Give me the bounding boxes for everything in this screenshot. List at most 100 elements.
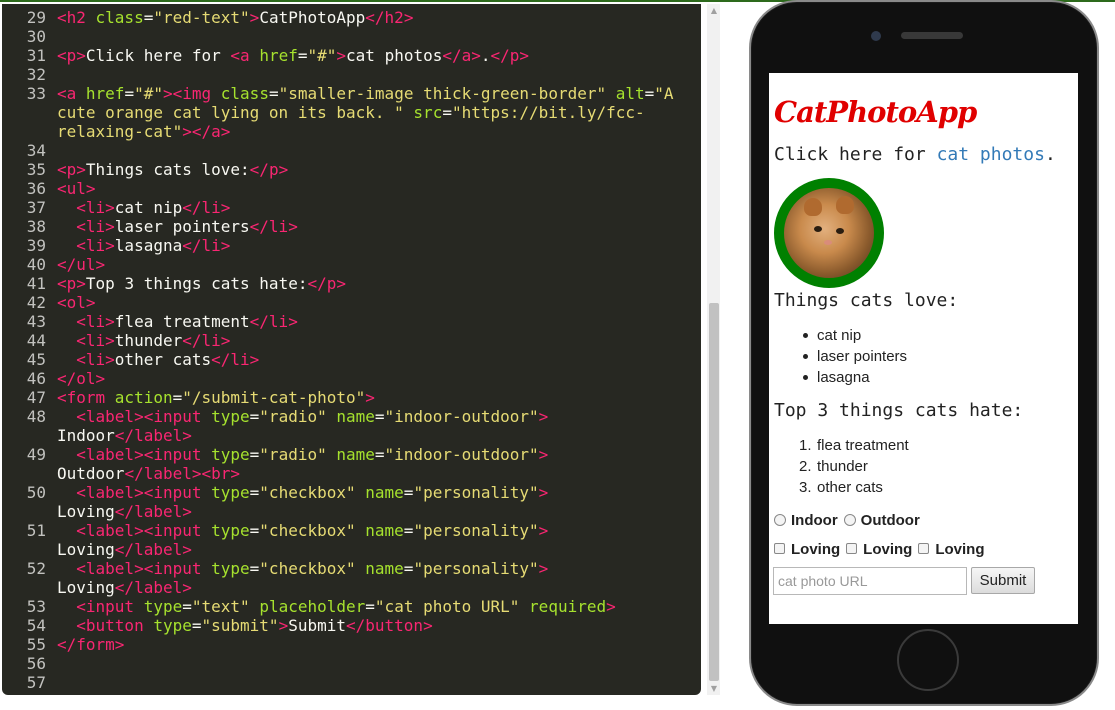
cat-ear-left bbox=[804, 198, 822, 216]
code-line[interactable]: 50 <label><input type="checkbox" name="p… bbox=[2, 483, 701, 502]
code-line[interactable]: 57 bbox=[2, 673, 701, 692]
code-token: "checkbox" bbox=[259, 521, 366, 540]
cat-photo-image[interactable] bbox=[774, 178, 884, 288]
loving-checkbox-2[interactable] bbox=[846, 543, 858, 554]
code-token: <label><input bbox=[76, 521, 212, 540]
code-line[interactable]: 38 <li>laser pointers</li> bbox=[2, 217, 701, 236]
cat-ear-right bbox=[836, 196, 854, 214]
cat-photos-link[interactable]: cat photos bbox=[937, 144, 1045, 165]
code-line[interactable]: 41 <p>Top 3 things cats hate:</p> bbox=[2, 274, 701, 293]
code-line[interactable]: 33 <a href="#"><img class="smaller-image … bbox=[2, 84, 701, 103]
code-line[interactable]: 43 <li>flea treatment</li> bbox=[2, 312, 701, 331]
code-line[interactable]: 29 <h2 class="red-text">CatPhotoApp</h2> bbox=[2, 8, 701, 27]
code-token: "checkbox" bbox=[259, 483, 366, 502]
code-line[interactable]: Loving</label> bbox=[2, 578, 701, 597]
code-line[interactable]: 48 <label><input type="radio" name="indo… bbox=[2, 407, 701, 426]
code-line[interactable]: Indoor</label> bbox=[2, 426, 701, 445]
list-item: lasagna bbox=[803, 367, 870, 388]
code-token: </label> bbox=[114, 578, 192, 597]
code-token: class bbox=[220, 84, 269, 103]
code-line[interactable]: Loving</label> bbox=[2, 502, 701, 521]
code-line[interactable]: 36 <ul> bbox=[2, 179, 701, 198]
code-line[interactable]: relaxing-cat"></a> bbox=[2, 122, 701, 141]
loving-label-1[interactable]: Loving bbox=[791, 541, 840, 558]
code-token: class bbox=[95, 8, 144, 27]
loving-label-2[interactable]: Loving bbox=[863, 541, 912, 558]
scroll-up-arrow-icon[interactable]: ▲ bbox=[709, 6, 719, 16]
code-line[interactable]: 42 <ol> bbox=[2, 293, 701, 312]
code-token: type bbox=[143, 597, 183, 616]
code-line[interactable]: 51 <label><input type="checkbox" name="p… bbox=[2, 521, 701, 540]
cat-photo-url-input[interactable] bbox=[773, 567, 967, 595]
cat-eye-right bbox=[836, 228, 844, 234]
intro-paragraph: Click here for cat photos. bbox=[774, 144, 1056, 165]
line-number: 38 bbox=[26, 217, 46, 236]
code-token: Loving bbox=[57, 578, 115, 597]
code-line[interactable]: 40 </ul> bbox=[2, 255, 701, 274]
loving-checkbox-3[interactable] bbox=[918, 543, 930, 554]
indoor-label[interactable]: Indoor bbox=[791, 512, 838, 529]
code-token: = bbox=[374, 445, 385, 464]
scroll-down-arrow-icon[interactable]: ▼ bbox=[709, 684, 719, 694]
outdoor-radio[interactable] bbox=[843, 514, 856, 526]
code-token: </label> bbox=[114, 426, 192, 445]
code-line[interactable]: 45 <li>other cats</li> bbox=[2, 350, 701, 369]
code-token: <li> bbox=[76, 236, 115, 255]
code-token: "cat photo URL" bbox=[374, 597, 530, 616]
code-token: type bbox=[153, 616, 192, 635]
line-number: 53 bbox=[26, 597, 46, 616]
code-text: <form action="/submit-cat-photo"> bbox=[57, 388, 375, 407]
code-token: <p> bbox=[57, 160, 86, 179]
code-token: "#" bbox=[307, 46, 337, 65]
loving-label-3[interactable]: Loving bbox=[935, 541, 984, 558]
code-line[interactable]: 37 <li>cat nip</li> bbox=[2, 198, 701, 217]
code-token: href bbox=[259, 46, 298, 65]
code-token: <label><input bbox=[76, 483, 212, 502]
code-token: = bbox=[644, 84, 655, 103]
line-number: 45 bbox=[26, 350, 46, 369]
code-token: <li> bbox=[76, 312, 115, 331]
code-line[interactable]: 47 <form action="/submit-cat-photo"> bbox=[2, 388, 701, 407]
code-line[interactable]: 55 </form> bbox=[2, 635, 701, 654]
code-token: </a> bbox=[442, 46, 481, 65]
line-number: 33 bbox=[26, 84, 46, 103]
editor-scrollbar-thumb[interactable] bbox=[709, 303, 719, 681]
code-text: <a href="#"><img class="smaller-image th… bbox=[57, 84, 674, 103]
code-line[interactable]: Loving</label> bbox=[2, 540, 701, 559]
code-line[interactable]: 35 <p>Things cats love:</p> bbox=[2, 160, 701, 179]
code-line[interactable]: 54 <button type="submit">Submit</button> bbox=[2, 616, 701, 635]
loving-checkbox-1[interactable] bbox=[774, 543, 785, 554]
code-line[interactable]: 46 </ol> bbox=[2, 369, 701, 388]
code-line[interactable]: 53 <input type="text" placeholder="cat p… bbox=[2, 597, 701, 616]
code-editor[interactable]: 29 <h2 class="red-text">CatPhotoApp</h2> 3… bbox=[2, 4, 701, 695]
code-line[interactable]: 30 bbox=[2, 27, 701, 46]
code-line[interactable]: cute orange cat lying on its back. " src… bbox=[2, 103, 701, 122]
code-line[interactable]: 44 <li>thunder</li> bbox=[2, 331, 701, 350]
code-token: Click here for bbox=[85, 46, 231, 65]
outdoor-label[interactable]: Outdoor bbox=[861, 512, 920, 529]
code-line[interactable]: 39 <li>lasagna</li> bbox=[2, 236, 701, 255]
phone-home-button bbox=[897, 629, 959, 691]
code-text: relaxing-cat"></a> bbox=[57, 122, 230, 141]
line-number: 51 bbox=[26, 521, 46, 540]
code-line[interactable]: 52 <label><input type="checkbox" name="p… bbox=[2, 559, 701, 578]
code-text: <ul> bbox=[57, 179, 96, 198]
code-token: </form> bbox=[57, 635, 125, 654]
page-title: CatPhotoApp bbox=[774, 95, 977, 129]
code-token: = bbox=[191, 616, 202, 635]
code-line[interactable]: 49 <label><input type="radio" name="indo… bbox=[2, 445, 701, 464]
code-token: = bbox=[249, 559, 260, 578]
code-line[interactable]: Outdoor</label><br> bbox=[2, 464, 701, 483]
code-token: ><img bbox=[162, 84, 221, 103]
code-token: </label><br> bbox=[124, 464, 241, 483]
code-line[interactable]: 56 bbox=[2, 654, 701, 673]
indoor-radio[interactable] bbox=[774, 514, 786, 526]
code-line[interactable]: 34 bbox=[2, 141, 701, 160]
code-line[interactable]: 32 bbox=[2, 65, 701, 84]
code-token: = bbox=[403, 483, 414, 502]
code-token: = bbox=[124, 84, 135, 103]
code-line[interactable]: 31 <p>Click here for <a href="#">cat phot… bbox=[2, 46, 701, 65]
submit-button[interactable]: Submit bbox=[971, 567, 1035, 594]
code-token: relaxing-cat" bbox=[57, 122, 183, 141]
